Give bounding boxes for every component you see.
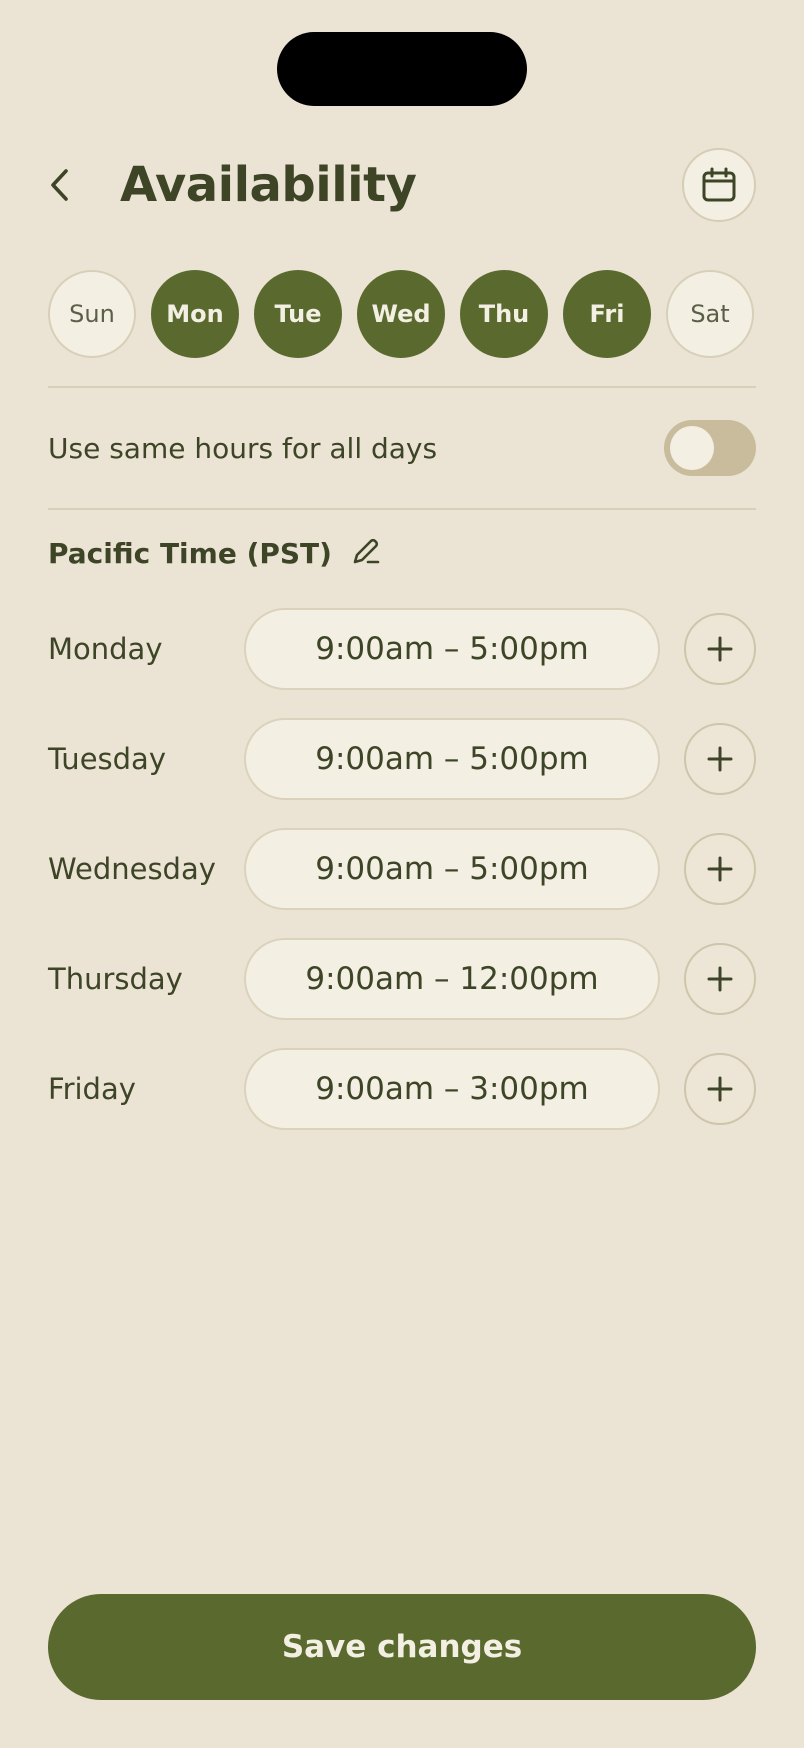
schedule-row: Tuesday 9:00am – 5:00pm <box>48 718 756 800</box>
time-range-button[interactable]: 9:00am – 3:00pm <box>244 1048 660 1130</box>
edit-timezone-button[interactable] <box>350 535 382 571</box>
time-range-button[interactable]: 9:00am – 5:00pm <box>244 718 660 800</box>
header: Availability <box>48 145 756 225</box>
day-chip-sat[interactable]: Sat <box>666 270 754 358</box>
add-range-button[interactable] <box>684 943 756 1015</box>
time-range-button[interactable]: 9:00am – 5:00pm <box>244 828 660 910</box>
same-hours-row: Use same hours for all days <box>48 418 756 478</box>
schedule-row: Wednesday 9:00am – 5:00pm <box>48 828 756 910</box>
day-chip-mon[interactable]: Mon <box>151 270 239 358</box>
day-label: Wednesday <box>48 852 216 886</box>
day-chip-tue[interactable]: Tue <box>254 270 342 358</box>
add-range-button[interactable] <box>684 613 756 685</box>
plus-icon <box>707 746 733 772</box>
day-chip-thu[interactable]: Thu <box>460 270 548 358</box>
timezone-row: Pacific Time (PST) <box>48 535 382 571</box>
phone-screen: Availability Sun Mon Tue Wed Thu Fri Sat… <box>0 0 804 1748</box>
day-chip-fri[interactable]: Fri <box>563 270 651 358</box>
calendar-button[interactable] <box>682 148 756 222</box>
same-hours-label: Use same hours for all days <box>48 431 438 465</box>
plus-icon <box>707 966 733 992</box>
time-range-button[interactable]: 9:00am – 5:00pm <box>244 608 660 690</box>
day-chip-sun[interactable]: Sun <box>48 270 136 358</box>
toggle-knob <box>670 426 714 470</box>
pencil-icon <box>353 538 380 564</box>
schedule-list: Monday 9:00am – 5:00pm Tuesday 9:00am – … <box>48 608 756 1158</box>
day-chip-wed[interactable]: Wed <box>357 270 445 358</box>
schedule-row: Monday 9:00am – 5:00pm <box>48 608 756 690</box>
add-range-button[interactable] <box>684 1053 756 1125</box>
divider <box>48 386 756 388</box>
weekday-selector: Sun Mon Tue Wed Thu Fri Sat <box>48 270 754 358</box>
plus-icon <box>707 636 733 662</box>
add-range-button[interactable] <box>684 723 756 795</box>
timezone-label: Pacific Time (PST) <box>48 536 332 570</box>
schedule-row: Thursday 9:00am – 12:00pm <box>48 938 756 1020</box>
add-range-button[interactable] <box>684 833 756 905</box>
time-range-button[interactable]: 9:00am – 12:00pm <box>244 938 660 1020</box>
day-label: Thursday <box>48 962 183 996</box>
calendar-icon <box>702 167 736 202</box>
chevron-left-icon <box>51 169 68 201</box>
same-hours-toggle[interactable] <box>664 420 756 476</box>
dynamic-island <box>277 32 527 106</box>
divider <box>48 508 756 510</box>
plus-icon <box>707 856 733 882</box>
day-label: Tuesday <box>48 742 166 776</box>
day-label: Monday <box>48 632 163 666</box>
plus-icon <box>707 1076 733 1102</box>
schedule-row: Friday 9:00am – 3:00pm <box>48 1048 756 1130</box>
page-title: Availability <box>120 157 417 213</box>
save-changes-button[interactable]: Save changes <box>48 1594 756 1700</box>
back-button[interactable] <box>48 160 88 210</box>
day-label: Friday <box>48 1072 136 1106</box>
